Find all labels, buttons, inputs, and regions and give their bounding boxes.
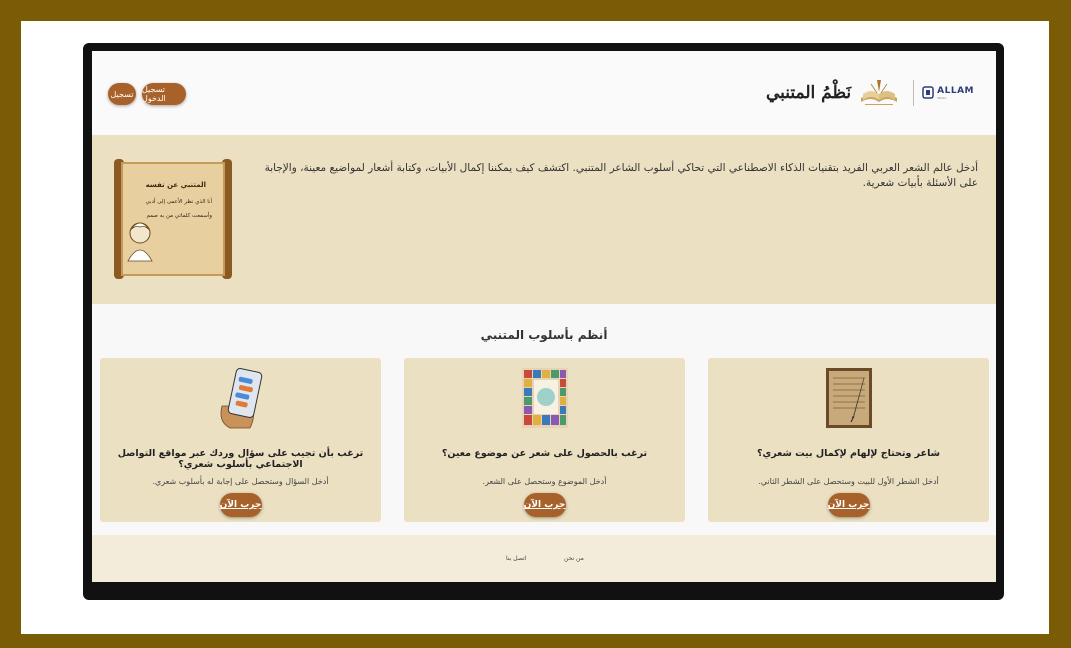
hero-banner: أدخل عالم الشعر العربي الفريد بتقنيات ال… <box>92 135 996 304</box>
manuscript-quill-icon <box>825 368 872 428</box>
allam-mark-icon <box>922 86 934 99</box>
scroll-line-1: أنا الذي نظر الأعمى إلى أدبي <box>145 197 212 205</box>
allam-text: ALLAM <box>937 86 974 96</box>
scroll-line-2: وأسمعت كلماتي من به صمم <box>146 211 212 219</box>
section-title: أنظم بأسلوب المتنبي <box>480 328 608 342</box>
feature-card-social-reply: ترغب بأن تجيب على سؤال وردك عبر مواقع ال… <box>100 358 381 522</box>
card-title: شاعر وتحتاج لإلهام لإكمال بيت شعري؟ <box>756 448 940 459</box>
card-title: ترغب بأن تجيب على سؤال وردك عبر مواقع ال… <box>117 448 364 470</box>
brand-logo[interactable]: نَظْمُ المتنبي ALLAM SDAIA <box>766 73 974 113</box>
card-title: ترغب بالحصول على شعر عن موضوع معين؟ <box>441 448 648 459</box>
login-button[interactable]: تسجيل الدخول <box>142 83 186 105</box>
card-description: أدخل السؤال وستحصل على إجابة له بأسلوب ش… <box>152 477 329 486</box>
feature-card-complete-verse: شاعر وتحتاج لإلهام لإكمال بيت شعري؟ أدخل… <box>708 358 989 522</box>
try-now-button[interactable]: جرب الآن <box>523 493 566 517</box>
footer-contact-link[interactable]: اتصل بنا <box>506 555 526 562</box>
hero-description: أدخل عالم الشعر العربي الفريد بتقنيات ال… <box>264 162 978 189</box>
open-book-logo-icon <box>861 80 898 105</box>
mosaic-book-icon <box>521 368 568 428</box>
allam-subtext: SDAIA <box>937 96 947 100</box>
web-page: تسجيل تسجيل الدخول نَظْمُ المتنبي ALLAM <box>92 51 996 582</box>
footer-about-link[interactable]: من نحن <box>564 555 584 562</box>
phone-chat-icon <box>220 368 262 429</box>
register-button[interactable]: تسجيل <box>108 83 136 105</box>
brand-divider <box>913 80 915 106</box>
card-description: أدخل الشطر الأول للبيت وستحصل على الشطر … <box>758 477 939 486</box>
scroll-heading: المتنبي عن نفسه <box>146 181 206 189</box>
feature-card-topic-poem: ترغب بالحصول على شعر عن موضوع معين؟ أدخل… <box>404 358 685 522</box>
site-header: تسجيل تسجيل الدخول نَظْمُ المتنبي ALLAM <box>92 51 996 134</box>
brand-title: نَظْمُ المتنبي <box>765 83 852 103</box>
poetry-scroll-icon: المتنبي عن نفسه أنا الذي نظر الأعمى إلى … <box>114 159 232 279</box>
try-now-button[interactable]: جرب الآن <box>219 493 262 517</box>
site-footer: من نحن اتصل بنا <box>92 535 996 582</box>
try-now-button[interactable]: جرب الآن <box>827 493 870 517</box>
card-description: أدخل الموضوع وستحصل على الشعر. <box>482 477 607 486</box>
allam-logo: ALLAM SDAIA <box>922 86 974 100</box>
